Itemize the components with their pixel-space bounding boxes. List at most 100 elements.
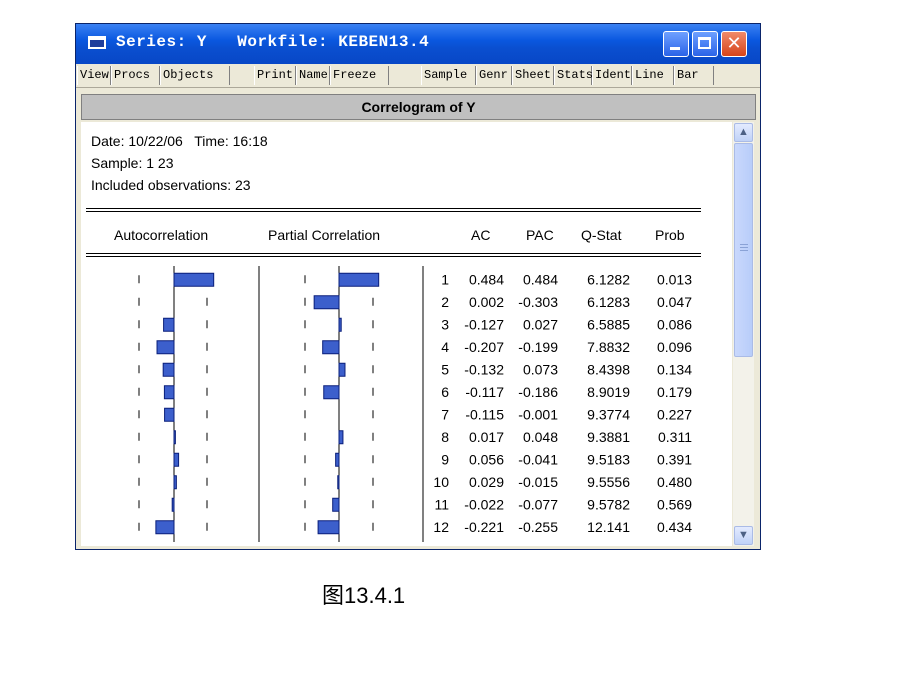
ac-value: 0.002 [469, 294, 504, 310]
lag-value: 10 [433, 474, 449, 490]
lag-value: 3 [441, 316, 449, 332]
ac-value: -0.022 [464, 496, 504, 512]
title-workfile: Workfile: KEBEN13.4 [237, 33, 430, 51]
toolbar-genr-button[interactable]: Genr [476, 66, 512, 85]
ac-bar [155, 520, 175, 535]
toolbar-procs-button[interactable]: Procs [111, 66, 160, 85]
thumb-grip [740, 247, 748, 248]
close-icon: ✕ [726, 33, 742, 54]
vertical-scrollbar[interactable]: ▲ ▼ [733, 122, 754, 546]
prob-value: 0.096 [657, 339, 692, 355]
date-line: Date: 10/22/06 Time: 16:18 [91, 133, 268, 149]
prob-value: 0.434 [657, 519, 692, 535]
sample-line: Sample: 1 23 [91, 155, 174, 171]
lag-value: 5 [441, 361, 449, 377]
prob-value: 0.179 [657, 384, 692, 400]
scroll-down-arrow-icon[interactable]: ▼ [734, 526, 753, 545]
toolbar-stats-button[interactable]: Stats [554, 66, 593, 85]
pac-value: -0.303 [518, 294, 558, 310]
toolbar-freeze-button[interactable]: Freeze [330, 66, 389, 85]
ac-value: 0.029 [469, 474, 504, 490]
lag-value: 7 [441, 406, 449, 422]
maximize-icon [698, 37, 711, 49]
qstat-value: 12.141 [587, 519, 630, 535]
pac-bar [317, 520, 340, 535]
toolbar-ident-button[interactable]: Ident [592, 66, 632, 85]
qstat-value: 7.8832 [587, 339, 630, 355]
ac-value: 0.056 [469, 451, 504, 467]
ac-bar [163, 385, 175, 400]
pac-header: PAC [526, 227, 554, 243]
view-header: Correlogram of Y [81, 94, 756, 120]
pac-value: 0.027 [523, 316, 558, 332]
toolbar-view-button[interactable]: View [77, 66, 111, 85]
prob-value: 0.047 [657, 294, 692, 310]
qstat-value: 9.5782 [587, 496, 630, 512]
ac-bar [173, 272, 215, 287]
ac-value: -0.115 [465, 406, 504, 422]
qstat-value: 9.3774 [587, 406, 630, 422]
pac-bar [332, 497, 340, 512]
ac-value: 0.484 [469, 271, 504, 287]
partial-correlation-header: Partial Correlation [268, 227, 381, 243]
toolbar-bar-button[interactable]: Bar [674, 66, 714, 85]
prob-header: Prob [655, 227, 685, 243]
close-button[interactable]: ✕ [721, 31, 747, 57]
pac-bar [323, 385, 340, 400]
pac-bar [335, 452, 340, 467]
figure-caption: 图13.4.1 [322, 583, 406, 608]
qstat-value: 8.9019 [587, 384, 630, 400]
ac-bar [173, 452, 180, 467]
pac-bar [338, 317, 342, 332]
minimize-button[interactable] [663, 31, 689, 57]
toolbar-sheet-button[interactable]: Sheet [512, 66, 554, 85]
toolbar: View Procs Objects Print Name Freeze Sample Gen… [76, 64, 760, 88]
pac-bar [313, 295, 340, 310]
scrollbar-thumb[interactable] [734, 143, 753, 357]
eviews-window-icon[interactable] [88, 36, 106, 49]
minimize-icon [670, 47, 680, 50]
prob-value: 0.569 [657, 496, 692, 512]
qstat-value: 9.5556 [587, 474, 630, 490]
qstat-value: 9.5183 [587, 451, 630, 467]
toolbar-line-button[interactable]: Line [632, 66, 674, 85]
separator-line [86, 211, 701, 212]
pac-value: -0.015 [518, 474, 558, 490]
ac-bar [171, 497, 175, 512]
pac-value: 0.048 [523, 429, 558, 445]
toolbar-print-button[interactable]: Print [254, 66, 296, 85]
lag-value: 8 [441, 429, 449, 445]
lag-value: 1 [441, 271, 449, 287]
title-bar[interactable]: Series: Y Workfile: KEBEN13.4 ✕ [76, 24, 760, 64]
correlogram-chart: 1 0.484 0.484 6.1282 0.013 2 0.002 -0.303 6.1283… [138, 266, 692, 542]
ac-value: -0.127 [464, 316, 504, 332]
toolbar-name-button[interactable]: Name [296, 66, 330, 85]
prob-value: 0.480 [657, 474, 692, 490]
ac-bar [156, 340, 175, 355]
title-series: Series: Y [116, 33, 207, 51]
toolbar-objects-button[interactable]: Objects [160, 66, 230, 85]
prob-value: 0.086 [657, 316, 692, 332]
ac-value: -0.221 [464, 519, 504, 535]
qstat-value: 6.5885 [587, 316, 630, 332]
scroll-up-arrow-icon[interactable]: ▲ [734, 123, 753, 142]
pac-value: -0.041 [518, 451, 558, 467]
thumb-grip [740, 244, 748, 245]
ac-bar [164, 407, 175, 422]
separator-line [86, 253, 701, 254]
toolbar-sample-button[interactable]: Sample [421, 66, 476, 85]
qstat-value: 9.3881 [587, 429, 630, 445]
lag-value: 4 [441, 339, 449, 355]
lag-value: 2 [441, 294, 449, 310]
pac-value: 0.073 [523, 361, 558, 377]
ac-bar [173, 430, 176, 445]
ac-value: -0.132 [464, 361, 504, 377]
maximize-button[interactable] [692, 31, 718, 57]
pac-value: -0.255 [518, 519, 558, 535]
pac-bar [338, 272, 380, 287]
qstat-value: 8.4398 [587, 361, 630, 377]
ac-value: -0.117 [465, 384, 504, 400]
pac-bar [337, 475, 340, 490]
separator-line [86, 208, 701, 209]
prob-value: 0.391 [657, 451, 692, 467]
